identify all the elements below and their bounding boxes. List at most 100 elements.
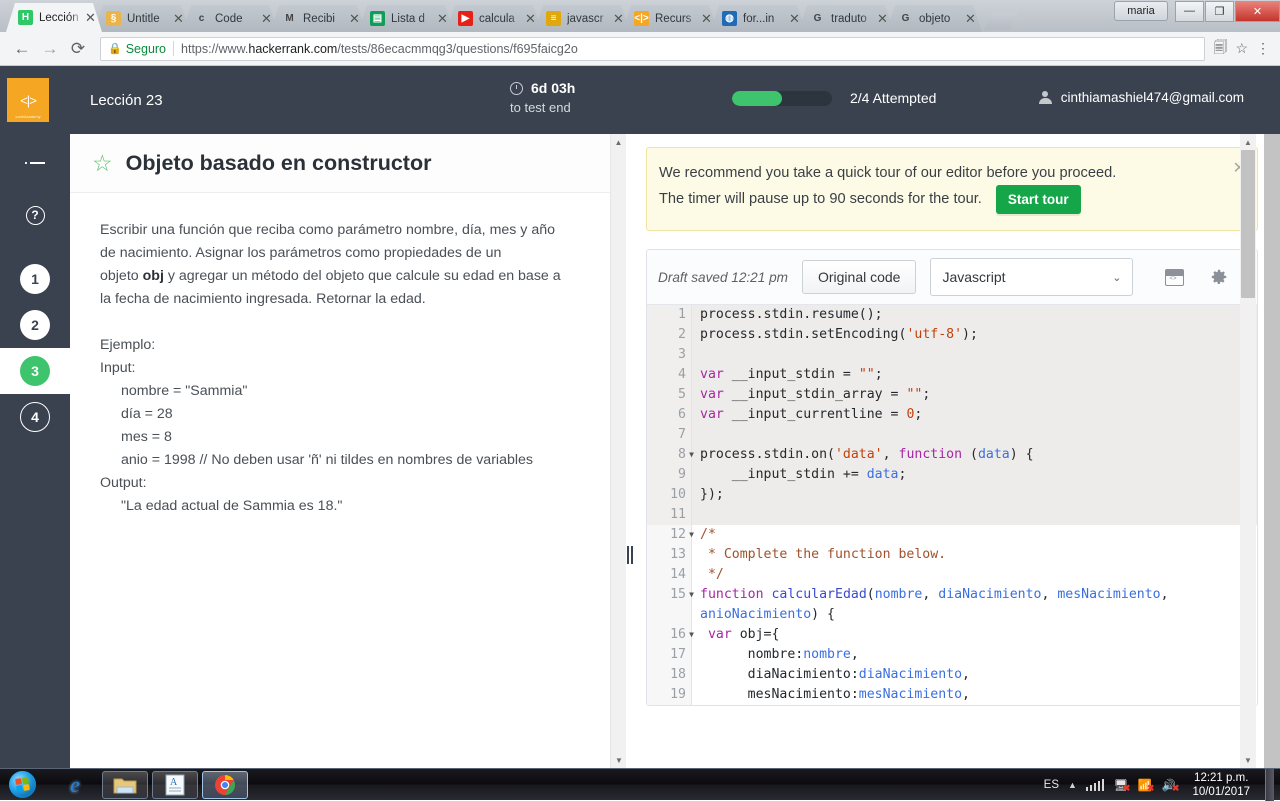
code-line: diaNacimiento:diaNacimiento, xyxy=(700,665,1257,685)
browser-tab[interactable]: ▶calcula✕ xyxy=(446,5,542,32)
window-scrollbar[interactable] xyxy=(1264,134,1280,768)
editable-code-lines[interactable]: /* * Complete the function below. */func… xyxy=(691,525,1257,705)
browser-tab[interactable]: ◍for...in✕ xyxy=(710,5,806,32)
code-area[interactable]: 12345678▼91011 process.stdin.resume();pr… xyxy=(647,305,1257,705)
tab-title: Recurs xyxy=(655,13,699,25)
code-fold-arrow[interactable]: ▼ xyxy=(689,525,694,545)
tab-close-icon[interactable]: ✕ xyxy=(171,12,184,25)
code-line: process.stdin.resume(); xyxy=(700,305,1257,325)
tab-strip: HLección✕§Untitle✕cCode✕MRecibi✕▤Lista d… xyxy=(0,0,1280,32)
line-number: 6 xyxy=(647,405,686,425)
question-number-badge: 3 xyxy=(20,356,50,386)
network-disconnected-icon[interactable]: 📶✖ xyxy=(1137,778,1152,792)
fullscreen-editor-icon[interactable] xyxy=(1165,269,1184,286)
language-indicator[interactable]: ES xyxy=(1044,779,1059,791)
chrome-menu-icon[interactable]: ⋮ xyxy=(1256,40,1270,57)
new-tab-button[interactable] xyxy=(984,12,1018,30)
wordpad-icon: A xyxy=(165,774,185,796)
browser-tab[interactable]: HLección✕ xyxy=(6,3,102,32)
tab-title: javascr xyxy=(567,13,611,25)
tab-close-icon[interactable]: ✕ xyxy=(347,12,360,25)
tab-close-icon[interactable]: ✕ xyxy=(699,12,712,25)
reload-button[interactable]: ⟳ xyxy=(64,39,92,59)
signal-bars-icon[interactable] xyxy=(1086,779,1105,791)
browser-tab[interactable]: ▤Lista d✕ xyxy=(358,5,454,32)
taskbar-item-file-explorer[interactable] xyxy=(102,771,148,799)
question-nav-item[interactable]: 2 xyxy=(0,302,70,348)
browser-tab[interactable]: §Untitle✕ xyxy=(94,5,190,32)
panel-resize-handle[interactable] xyxy=(627,546,635,564)
maximize-restore-button[interactable]: ❐ xyxy=(1205,1,1234,22)
translate-icon[interactable]: 🗐 xyxy=(1213,37,1227,61)
tab-close-icon[interactable]: ✕ xyxy=(963,12,976,25)
browser-tab[interactable]: <|>Recurs✕ xyxy=(622,5,718,32)
codeacademy-logo: <|> codeAcademy xyxy=(7,78,49,122)
back-button[interactable]: ← xyxy=(8,39,36,59)
problem-panel-scrollbar[interactable]: ▲ ▼ xyxy=(610,134,626,768)
problem-header: ☆ Objeto basado en constructor xyxy=(70,134,625,193)
close-window-button[interactable]: ✕ xyxy=(1235,1,1280,22)
tab-close-icon[interactable]: ✕ xyxy=(875,12,888,25)
question-list-button[interactable] xyxy=(0,146,70,192)
taskbar-item-internet-explorer[interactable]: e xyxy=(52,771,98,799)
scroll-down-arrow[interactable]: ▼ xyxy=(1240,752,1256,768)
taskbar-item-google-chrome[interactable] xyxy=(202,771,248,799)
address-bar[interactable]: 🔒 Seguro https://www.hackerrank.com/test… xyxy=(100,37,1205,61)
mdn-icon: ◍ xyxy=(722,11,737,26)
language-value: Javascript xyxy=(942,269,1005,285)
help-button[interactable]: ? xyxy=(0,192,70,238)
scroll-down-arrow[interactable]: ▼ xyxy=(611,752,627,768)
taskbar-item-wordpad[interactable]: A xyxy=(152,771,198,799)
browser-tab[interactable]: Gtraduto✕ xyxy=(798,5,894,32)
tab-close-icon[interactable]: ✕ xyxy=(523,12,536,25)
forward-button[interactable]: → xyxy=(36,39,64,59)
address-divider xyxy=(173,41,174,56)
tab-close-icon[interactable]: ✕ xyxy=(611,12,624,25)
tab-close-icon[interactable]: ✕ xyxy=(435,12,448,25)
bookmark-star-icon[interactable]: ☆ xyxy=(1235,40,1248,57)
start-tour-button[interactable]: Start tour xyxy=(996,185,1081,214)
tab-title: Untitle xyxy=(127,13,171,25)
scroll-up-arrow[interactable]: ▲ xyxy=(611,134,626,150)
line-number-gutter: 12345678▼91011 xyxy=(647,305,691,525)
taskbar-clock[interactable]: 12:21 p.m. 10/01/2017 xyxy=(1186,771,1256,799)
volume-muted-icon[interactable]: 🔊✖ xyxy=(1161,778,1177,792)
editor-panel-scrollbar[interactable]: ▲ ▼ xyxy=(1240,134,1256,768)
tab-close-icon[interactable]: ✕ xyxy=(787,12,800,25)
language-select[interactable]: Javascript ⌄ xyxy=(930,258,1133,296)
line-number: 11 xyxy=(647,505,686,525)
code-fold-arrow[interactable]: ▼ xyxy=(689,585,694,605)
question-nav-item[interactable]: 1 xyxy=(0,256,70,302)
example-input-line: día = 28 xyxy=(100,403,597,426)
network-error-icon[interactable]: 🖥✖ xyxy=(1113,778,1128,792)
account-info[interactable]: cinthiamashiel474@gmail.com xyxy=(1039,90,1244,105)
editable-code-block[interactable]: 12▼131415▼16▼171819 /* * Complete the fu… xyxy=(647,525,1257,705)
scroll-thumb[interactable] xyxy=(613,150,625,710)
show-desktop-button[interactable] xyxy=(1265,769,1274,801)
browser-tab[interactable]: ≡javascr✕ xyxy=(534,5,630,32)
bookmark-star-icon[interactable]: ☆ xyxy=(92,152,113,175)
original-code-button[interactable]: Original code xyxy=(802,260,917,294)
start-button[interactable] xyxy=(0,770,44,800)
minimize-button[interactable]: — xyxy=(1175,1,1204,22)
test-timer: 6d 03h to test end xyxy=(510,80,575,115)
tab-close-icon[interactable]: ✕ xyxy=(259,12,272,25)
chrome-profile-chip[interactable]: maria xyxy=(1114,1,1168,21)
tab-close-icon[interactable]: ✕ xyxy=(83,11,96,24)
question-nav-item[interactable]: 3 xyxy=(0,348,70,394)
editor-toolbar: Draft saved 12:21 pm Original code Javas… xyxy=(647,250,1257,305)
browser-tab[interactable]: Gobjeto✕ xyxy=(886,5,982,32)
scroll-thumb[interactable] xyxy=(1241,150,1255,298)
gear-icon[interactable] xyxy=(1210,268,1228,286)
browser-tab[interactable]: cCode✕ xyxy=(182,5,278,32)
tray-expand-icon[interactable]: ▲ xyxy=(1068,780,1077,790)
code-fold-arrow[interactable]: ▼ xyxy=(689,625,694,645)
code-fold-arrow[interactable]: ▼ xyxy=(689,445,694,465)
question-nav-item[interactable]: 4 xyxy=(0,394,70,440)
question-number-badge: 2 xyxy=(20,310,50,340)
scroll-up-arrow[interactable]: ▲ xyxy=(1240,134,1256,150)
locked-code-block: 12345678▼91011 process.stdin.resume();pr… xyxy=(647,305,1257,525)
line-number: 9 xyxy=(647,465,686,485)
codepen-icon: c xyxy=(194,11,209,26)
browser-tab[interactable]: MRecibi✕ xyxy=(270,5,366,32)
